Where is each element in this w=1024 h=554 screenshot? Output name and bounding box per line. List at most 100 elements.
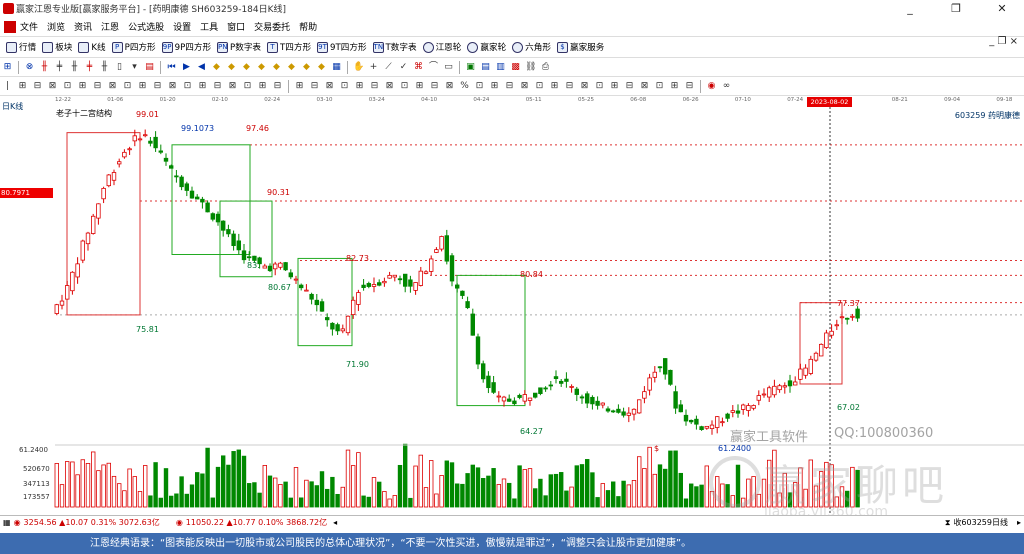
tool-a-icon[interactable]: | [2, 81, 13, 92]
menu-formula[interactable]: 公式选股 [128, 20, 164, 33]
tool-j-icon[interactable]: ⊞ [137, 81, 148, 92]
tool-y-icon[interactable]: ⊟ [369, 81, 380, 92]
print-icon[interactable]: ⎙ [540, 62, 551, 73]
tool-as-icon[interactable]: ⊞ [669, 81, 680, 92]
toolbar-item-10[interactable]: 赢家轮 [467, 41, 506, 53]
tool-ao-icon[interactable]: ⊞ [609, 81, 620, 92]
scroll-right-icon[interactable]: ▸ [1017, 518, 1021, 527]
tool-am-icon[interactable]: ⊠ [579, 81, 590, 92]
tool-e-icon[interactable]: ⊡ [62, 81, 73, 92]
toolbar-item-8[interactable]: TN T数字表 [372, 41, 417, 53]
tool-ae-icon[interactable]: % [459, 81, 470, 92]
tool-m-icon[interactable]: ⊡ [182, 81, 193, 92]
diamond4-icon[interactable]: ◆ [256, 62, 267, 73]
menu-tools[interactable]: 工具 [200, 20, 218, 33]
toolbar-item-3[interactable]: P P四方形 [111, 41, 156, 53]
tool-r-icon[interactable]: ⊞ [257, 81, 268, 92]
scroll-left-icon[interactable]: ◂ [333, 518, 337, 527]
tool-g-icon[interactable]: ⊟ [92, 81, 103, 92]
bars5-icon[interactable]: ▯ [114, 62, 125, 73]
tool-ak-icon[interactable]: ⊞ [549, 81, 560, 92]
alert-icon[interactable]: ▩ [510, 62, 521, 73]
tool-w-icon[interactable]: ⊡ [339, 81, 350, 92]
tool-z-icon[interactable]: ⊠ [384, 81, 395, 92]
tool-aq-icon[interactable]: ⊠ [639, 81, 650, 92]
diamond7-icon[interactable]: ◆ [301, 62, 312, 73]
close-button[interactable]: ✕ [980, 0, 1024, 17]
tool-ah-icon[interactable]: ⊟ [504, 81, 515, 92]
hand-icon[interactable]: ✋ [353, 62, 364, 73]
tool-o-icon[interactable]: ⊟ [212, 81, 223, 92]
grid-icon[interactable]: ⊞ [2, 62, 13, 73]
toolbar-item-0[interactable]: 行情 [6, 41, 36, 53]
candle-icon[interactable]: ╫ [39, 62, 50, 73]
menu-help[interactable]: 帮助 [299, 20, 317, 33]
line-icon[interactable]: ⟋ [383, 62, 394, 73]
table-icon[interactable]: ▦ [331, 62, 342, 73]
tool-an-icon[interactable]: ⊡ [594, 81, 605, 92]
tool-at-icon[interactable]: ⊟ [684, 81, 695, 92]
menu-info[interactable]: 资讯 [74, 20, 92, 33]
toolbar-item-5[interactable]: PN P数字表 [217, 41, 261, 53]
tool-ap-icon[interactable]: ⊟ [624, 81, 635, 92]
tool-i-icon[interactable]: ⊡ [122, 81, 133, 92]
tool-q-icon[interactable]: ⊡ [242, 81, 253, 92]
diamond-icon[interactable]: ◆ [211, 62, 222, 73]
diamond2-icon[interactable]: ◆ [226, 62, 237, 73]
tool-ad-icon[interactable]: ⊠ [444, 81, 455, 92]
tool-u-icon[interactable]: ⊟ [309, 81, 320, 92]
tool-al-icon[interactable]: ⊟ [564, 81, 575, 92]
prev-icon[interactable]: ◀ [196, 62, 207, 73]
toolbar-item-7[interactable]: 9T 9T四方形 [317, 41, 367, 53]
cross-icon[interactable]: + [368, 62, 379, 73]
first-icon[interactable]: ⏮ [166, 62, 177, 73]
dropdown-icon[interactable]: ▾ [129, 62, 140, 73]
bars3-icon[interactable]: ╪ [84, 62, 95, 73]
bars4-icon[interactable]: ╫ [99, 62, 110, 73]
tool-p-icon[interactable]: ⊠ [227, 81, 238, 92]
tool-ac-icon[interactable]: ⊟ [429, 81, 440, 92]
menu-settings[interactable]: 设置 [173, 20, 191, 33]
diamond6-icon[interactable]: ◆ [286, 62, 297, 73]
diamond5-icon[interactable]: ◆ [271, 62, 282, 73]
tool-af-icon[interactable]: ⊡ [474, 81, 485, 92]
tool-ab-icon[interactable]: ⊞ [414, 81, 425, 92]
next-icon[interactable]: ▶ [181, 62, 192, 73]
tool-c-icon[interactable]: ⊟ [32, 81, 43, 92]
tool-h-icon[interactable]: ⊠ [107, 81, 118, 92]
menu-file[interactable]: 文件 [20, 20, 38, 33]
menu-gann[interactable]: 江恩 [101, 20, 119, 33]
toolbar-item-12[interactable]: $ 赢家服务 [556, 41, 604, 53]
toolbar-item-1[interactable]: 板块 [42, 41, 72, 53]
tool-l-icon[interactable]: ⊠ [167, 81, 178, 92]
toolbar-item-11[interactable]: 六角形 [512, 41, 551, 53]
arc-icon[interactable]: ⌒ [428, 62, 439, 73]
grid-status-icon[interactable]: ▦ [3, 518, 11, 527]
diamond8-icon[interactable]: ◆ [316, 62, 327, 73]
tool-n-icon[interactable]: ⊞ [197, 81, 208, 92]
tool-aa-icon[interactable]: ⊡ [399, 81, 410, 92]
menu-window[interactable]: 窗口 [227, 20, 245, 33]
tool-v-icon[interactable]: ⊠ [324, 81, 335, 92]
tool-au-icon[interactable]: ◉ [706, 81, 717, 92]
calc-icon[interactable]: ▣ [465, 62, 476, 73]
save-icon[interactable]: ▤ [480, 62, 491, 73]
tool-k-icon[interactable]: ⊟ [152, 81, 163, 92]
toolbar-item-2[interactable]: K线 [78, 41, 106, 53]
toolbar-item-6[interactable]: T T四方形 [267, 41, 311, 53]
tool-av-icon[interactable]: ∞ [721, 81, 732, 92]
tool-ai-icon[interactable]: ⊠ [519, 81, 530, 92]
tool-x-icon[interactable]: ⊞ [354, 81, 365, 92]
flag-icon[interactable]: ▤ [144, 62, 155, 73]
toolbar-item-4[interactable]: 9P 9P四方形 [161, 41, 211, 53]
tool-aj-icon[interactable]: ⊡ [534, 81, 545, 92]
sh-index-quote[interactable]: 3254.56 ▲10.07 0.31% 3072.63亿 [24, 517, 160, 528]
check-icon[interactable]: ✓ [398, 62, 409, 73]
tool-f-icon[interactable]: ⊞ [77, 81, 88, 92]
tool-b-icon[interactable]: ⊞ [17, 81, 28, 92]
bars2-icon[interactable]: ╫ [69, 62, 80, 73]
tool-ag-icon[interactable]: ⊞ [489, 81, 500, 92]
minimize-button[interactable]: _ [888, 0, 932, 17]
bars-icon[interactable]: ╪ [54, 62, 65, 73]
fan-icon[interactable]: ⌘ [413, 62, 424, 73]
